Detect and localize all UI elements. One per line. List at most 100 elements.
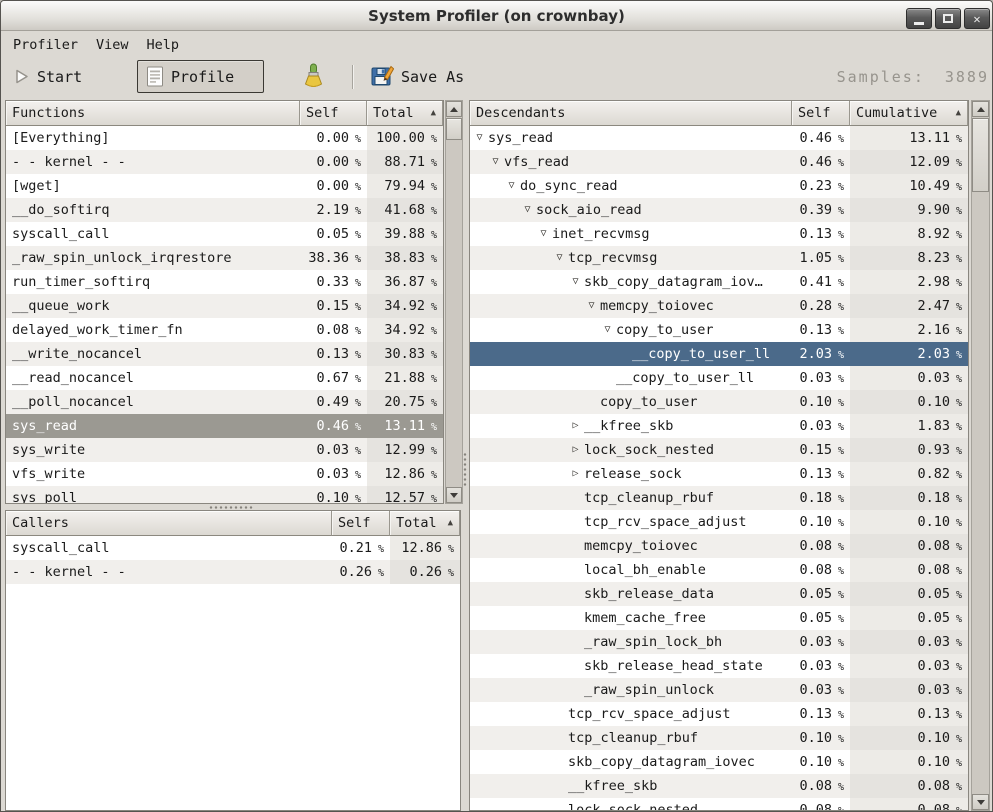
table-row[interactable]: __kfree_skb0.08 %0.08 %	[470, 774, 968, 798]
table-row[interactable]: - - kernel - -0.26 %0.26 %	[6, 560, 460, 584]
table-row[interactable]: _raw_spin_unlock_irqrestore38.36 %38.83 …	[6, 246, 443, 270]
scroll-up-button[interactable]	[446, 101, 462, 117]
total-value-cell: 12.86 %	[367, 462, 443, 486]
table-row[interactable]: ▽inet_recvmsg0.13 %8.92 %	[470, 222, 968, 246]
table-row[interactable]: ▷__kfree_skb0.03 %1.83 %	[470, 414, 968, 438]
start-button[interactable]: Start	[5, 60, 90, 93]
table-row[interactable]: tcp_cleanup_rbuf0.10 %0.10 %	[470, 726, 968, 750]
table-row[interactable]: ▽do_sync_read0.23 %10.49 %	[470, 174, 968, 198]
scrollbar-thumb[interactable]	[972, 118, 989, 192]
expander-open-icon[interactable]: ▽	[471, 126, 488, 150]
scroll-up-button[interactable]	[972, 101, 989, 117]
table-row[interactable]: _raw_spin_lock_bh0.03 %0.03 %	[470, 630, 968, 654]
table-row[interactable]: ▽skb_copy_datagram_iov…0.41 %2.98 %	[470, 270, 968, 294]
table-row[interactable]: tcp_rcv_space_adjust0.13 %0.13 %	[470, 702, 968, 726]
column-header-self[interactable]: Self	[300, 101, 367, 126]
function-name-cell: skb_release_data	[470, 582, 792, 606]
table-row[interactable]: vfs_write0.03 %12.86 %	[6, 462, 443, 486]
expander-open-icon[interactable]: ▽	[599, 318, 616, 342]
menu-view[interactable]: View	[87, 34, 138, 56]
expander-open-icon[interactable]: ▽	[535, 222, 552, 246]
table-row[interactable]: __copy_to_user_ll2.03 %2.03 %	[470, 342, 968, 366]
maximize-button[interactable]	[935, 8, 961, 29]
table-row[interactable]: sys_poll0.10 %12.57 %	[6, 486, 443, 503]
function-name-cell: [wget]	[6, 174, 300, 198]
menu-help[interactable]: Help	[138, 34, 189, 56]
column-header-self[interactable]: Self	[792, 101, 850, 126]
table-row[interactable]: local_bh_enable0.08 %0.08 %	[470, 558, 968, 582]
column-header-total[interactable]: Total▲	[390, 511, 460, 536]
table-row[interactable]: tcp_rcv_space_adjust0.10 %0.10 %	[470, 510, 968, 534]
column-header-descendants[interactable]: Descendants	[470, 101, 792, 126]
table-row[interactable]: __copy_to_user_ll0.03 %0.03 %	[470, 366, 968, 390]
table-row[interactable]: - - kernel - -0.00 %88.71 %	[6, 150, 443, 174]
sort-ascending-icon: ▲	[442, 518, 453, 528]
function-name: release_sock	[584, 462, 682, 486]
expander-closed-icon[interactable]: ▷	[567, 438, 584, 462]
table-row[interactable]: ▽vfs_read0.46 %12.09 %	[470, 150, 968, 174]
expander-open-icon[interactable]: ▽	[567, 270, 584, 294]
table-row[interactable]: __write_nocancel0.13 %30.83 %	[6, 342, 443, 366]
table-row[interactable]: ▽memcpy_toiovec0.28 %2.47 %	[470, 294, 968, 318]
table-row[interactable]: syscall_call0.05 %39.88 %	[6, 222, 443, 246]
expander-open-icon[interactable]: ▽	[503, 174, 520, 198]
expander-open-icon[interactable]: ▽	[583, 294, 600, 318]
expander-closed-icon[interactable]: ▷	[567, 414, 584, 438]
total-value-cell: 2.47 %	[850, 294, 968, 318]
expander-closed-icon[interactable]: ▷	[567, 462, 584, 486]
table-row[interactable]: sys_write0.03 %12.99 %	[6, 438, 443, 462]
total-value-cell: 34.92 %	[367, 294, 443, 318]
table-row[interactable]: __queue_work0.15 %34.92 %	[6, 294, 443, 318]
table-row[interactable]: ▽sock_aio_read0.39 %9.90 %	[470, 198, 968, 222]
table-row[interactable]: _raw_spin_unlock0.03 %0.03 %	[470, 678, 968, 702]
table-row[interactable]: [wget]0.00 %79.94 %	[6, 174, 443, 198]
column-header-callers[interactable]: Callers	[6, 511, 332, 536]
vertical-pane-handle[interactable]	[462, 452, 468, 487]
column-header-functions[interactable]: Functions	[6, 101, 300, 126]
table-row[interactable]: syscall_call0.21 %12.86 %	[6, 536, 460, 560]
column-header-total[interactable]: Total▲	[367, 101, 443, 126]
column-header-self[interactable]: Self	[332, 511, 390, 536]
scroll-down-button[interactable]	[446, 487, 462, 503]
self-value-cell: 0.03 %	[792, 678, 850, 702]
table-row[interactable]: copy_to_user0.10 %0.10 %	[470, 390, 968, 414]
table-row[interactable]: delayed_work_timer_fn0.08 %34.92 %	[6, 318, 443, 342]
descendants-scrollbar[interactable]	[971, 100, 990, 811]
table-row[interactable]: [Everything]0.00 %100.00 %	[6, 126, 443, 150]
table-row[interactable]: ▽copy_to_user0.13 %2.16 %	[470, 318, 968, 342]
table-row[interactable]: skb_release_head_state0.03 %0.03 %	[470, 654, 968, 678]
table-row[interactable]: run_timer_softirq0.33 %36.87 %	[6, 270, 443, 294]
table-row[interactable]: ▽tcp_recvmsg1.05 %8.23 %	[470, 246, 968, 270]
table-row[interactable]: skb_copy_datagram_iovec0.10 %0.10 %	[470, 750, 968, 774]
table-row[interactable]: skb_release_data0.05 %0.05 %	[470, 582, 968, 606]
table-row[interactable]: tcp_cleanup_rbuf0.18 %0.18 %	[470, 486, 968, 510]
table-row[interactable]: sys_read0.46 %13.11 %	[6, 414, 443, 438]
save-as-button[interactable]: Save As	[363, 60, 472, 93]
functions-scrollbar[interactable]	[445, 100, 463, 504]
expander-open-icon[interactable]: ▽	[487, 150, 504, 174]
table-row[interactable]: __poll_nocancel0.49 %20.75 %	[6, 390, 443, 414]
function-name-cell: skb_release_head_state	[470, 654, 792, 678]
expander-open-icon[interactable]: ▽	[551, 246, 568, 270]
table-row[interactable]: ▽sys_read0.46 %13.11 %	[470, 126, 968, 150]
total-value-cell: 0.03 %	[850, 654, 968, 678]
table-row[interactable]: ▷lock_sock_nested0.15 %0.93 %	[470, 438, 968, 462]
table-row[interactable]: memcpy_toiovec0.08 %0.08 %	[470, 534, 968, 558]
column-header-cumulative[interactable]: Cumulative▲	[850, 101, 968, 126]
table-row[interactable]: __read_nocancel0.67 %21.88 %	[6, 366, 443, 390]
close-button[interactable]: ✕	[964, 8, 990, 29]
total-value-cell: 21.88 %	[367, 366, 443, 390]
table-row[interactable]: kmem_cache_free0.05 %0.05 %	[470, 606, 968, 630]
expander-open-icon[interactable]: ▽	[519, 198, 536, 222]
scroll-down-button[interactable]	[972, 794, 989, 810]
table-row[interactable]: lock_sock_nested0.08 %0.08 %	[470, 798, 968, 810]
table-row[interactable]: __do_softirq2.19 %41.68 %	[6, 198, 443, 222]
minimize-button[interactable]	[906, 8, 932, 29]
function-name-cell: syscall_call	[6, 536, 332, 560]
function-name: tcp_cleanup_rbuf	[568, 726, 698, 750]
reset-button[interactable]	[293, 60, 333, 93]
menu-profiler[interactable]: Profiler	[4, 34, 87, 56]
profile-toggle-button[interactable]: Profile	[137, 60, 264, 93]
table-row[interactable]: ▷release_sock0.13 %0.82 %	[470, 462, 968, 486]
scrollbar-thumb[interactable]	[446, 118, 462, 140]
